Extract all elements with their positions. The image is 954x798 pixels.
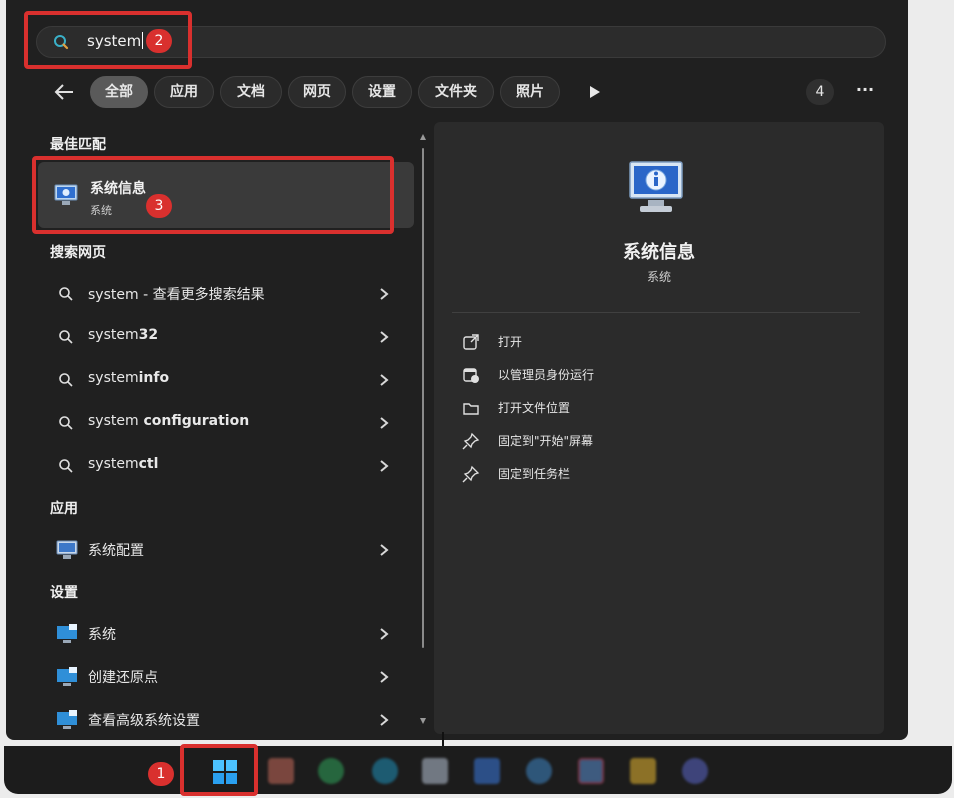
settings-result-item[interactable]: 查看高级系统设置 (38, 700, 414, 740)
web-result-label: system configuration (88, 413, 250, 429)
web-result-label: systemctl (88, 456, 159, 472)
start-search-panel: system 全部 应用 文档 网页 设置 文件夹 照片 4 ··· 最佳匹配 (6, 0, 908, 740)
annotation-badge: 1 (148, 762, 174, 786)
filter-chip-folders[interactable]: 文件夹 (418, 76, 494, 108)
action-label: 固定到"开始"屏幕 (498, 434, 594, 448)
filter-chip-web[interactable]: 网页 (288, 76, 346, 108)
settings-result-label: 查看高级系统设置 (88, 713, 200, 729)
scrollbar-thumb[interactable] (422, 148, 424, 648)
section-search-web: 搜索网页 (50, 245, 106, 261)
section-apps: 应用 (50, 501, 78, 517)
action-label: 打开 (498, 335, 523, 349)
folder-icon (463, 403, 479, 415)
back-arrow-icon[interactable] (52, 81, 76, 103)
annotation-box-best-match (32, 156, 394, 234)
taskbar-app-icon[interactable] (318, 758, 344, 784)
filter-chip-apps[interactable]: 应用 (154, 76, 214, 108)
pin-icon (462, 432, 480, 450)
detail-subtitle: 系统 (646, 270, 671, 284)
filter-chip-settings[interactable]: 设置 (352, 76, 412, 108)
action-label: 固定到任务栏 (498, 467, 571, 481)
search-icon (59, 373, 73, 387)
filter-chip-photos[interactable]: 照片 (500, 76, 560, 108)
restore-point-icon (57, 667, 77, 686)
web-result-item[interactable]: system configuration (38, 403, 414, 443)
chevron-right-icon (380, 714, 389, 726)
open-external-icon (463, 334, 479, 350)
taskbar-app-icon[interactable] (526, 758, 552, 784)
admin-shield-icon (463, 368, 479, 383)
folder-icon[interactable] (630, 758, 656, 784)
web-result-label: system - 查看更多搜索结果 (88, 287, 265, 303)
filter-chip-documents[interactable]: 文档 (220, 76, 282, 108)
taskbar-app-icon[interactable] (682, 758, 708, 784)
web-result-item[interactable]: systemctl (38, 446, 414, 486)
web-result-item[interactable]: system32 (38, 317, 414, 357)
app-result-label: 系统配置 (88, 543, 144, 559)
play-icon[interactable] (586, 84, 602, 100)
system-info-large-icon (629, 161, 683, 212)
search-icon (59, 287, 73, 301)
app-result-item[interactable]: 系统配置 (38, 530, 414, 570)
search-icon (59, 416, 73, 430)
web-result-item[interactable]: systeminfo (38, 360, 414, 400)
annotation-badge: 3 (146, 194, 172, 218)
action-run-as-admin[interactable]: 以管理员身份运行 (462, 363, 762, 387)
annotation-badge: 2 (146, 29, 172, 53)
filter-bar: 全部 应用 文档 网页 设置 文件夹 照片 4 ··· (42, 75, 882, 109)
chevron-right-icon (380, 460, 389, 472)
detail-title: 系统信息 (623, 242, 695, 263)
taskbar-app-icon[interactable] (474, 758, 500, 784)
search-icon (59, 459, 73, 473)
taskbar (4, 746, 952, 794)
chevron-right-icon (380, 417, 389, 429)
taskbar-app-icon[interactable] (268, 758, 294, 784)
section-best-match: 最佳匹配 (50, 137, 106, 153)
web-result-item[interactable]: system - 查看更多搜索结果 (38, 274, 414, 314)
search-icon (59, 330, 73, 344)
annotation-box-start (180, 744, 258, 796)
taskbar-app-icon[interactable] (422, 758, 448, 784)
settings-result-label: 创建还原点 (88, 670, 158, 686)
chevron-right-icon (380, 288, 389, 300)
more-options-button[interactable]: ··· (852, 79, 878, 105)
web-result-label: systeminfo (88, 370, 170, 386)
pin-icon (462, 465, 480, 483)
chevron-right-icon (380, 671, 389, 683)
action-pin-to-taskbar[interactable]: 固定到任务栏 (462, 462, 762, 486)
result-count-badge: 4 (806, 79, 834, 105)
edge-icon[interactable] (372, 758, 398, 784)
action-label: 打开文件位置 (498, 401, 571, 415)
settings-result-label: 系统 (88, 627, 116, 643)
action-pin-to-start[interactable]: 固定到"开始"屏幕 (462, 429, 762, 453)
action-open[interactable]: 打开 (462, 330, 762, 354)
system-config-icon (56, 540, 78, 559)
action-open-file-location[interactable]: 打开文件位置 (462, 396, 762, 420)
filter-chip-all[interactable]: 全部 (90, 76, 148, 108)
scroll-down-arrow-icon[interactable] (420, 718, 426, 724)
system-settings-icon (57, 624, 77, 643)
detail-pane: 系统信息 系统 打开 以管理员身份运行 打开文件位置 固定到"开始"屏幕 固定到… (434, 122, 884, 734)
scroll-up-arrow-icon[interactable] (420, 134, 426, 140)
settings-result-item[interactable]: 创建还原点 (38, 657, 414, 697)
section-settings: 设置 (50, 585, 78, 601)
results-scrollbar[interactable] (420, 134, 426, 724)
detail-divider (452, 312, 860, 313)
action-label: 以管理员身份运行 (498, 368, 595, 382)
chevron-right-icon (380, 628, 389, 640)
taskbar-app-icon[interactable] (578, 758, 604, 784)
web-result-label: system32 (88, 327, 159, 343)
chevron-right-icon (380, 544, 389, 556)
chevron-right-icon (380, 331, 389, 343)
settings-result-item[interactable]: 系统 (38, 614, 414, 654)
advanced-system-settings-icon (57, 710, 77, 729)
chevron-right-icon (380, 374, 389, 386)
